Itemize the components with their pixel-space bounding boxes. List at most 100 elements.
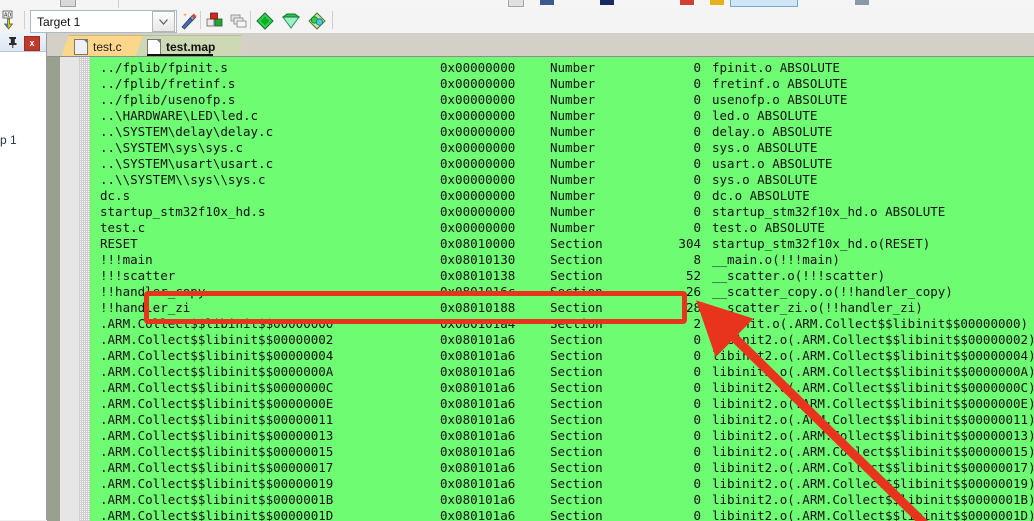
map-row-type: Number — [550, 60, 596, 75]
map-row[interactable]: ../fplib/fpinit.s 0x00000000 Number 0 fpinit… — [90, 60, 1034, 76]
map-row[interactable]: !!handler_copy 0x0801016c Section 26 __scatt… — [90, 284, 1034, 300]
map-row[interactable]: .ARM.Collect$$libinit$$00000004 0x080101a… — [90, 348, 1034, 364]
map-row-address: 0x08010130 — [440, 252, 516, 267]
project-panel: x p 1 — [0, 33, 47, 520]
map-row-address: 0x08010138 — [440, 268, 516, 283]
chevron-down-icon[interactable] — [152, 11, 175, 32]
map-row-type: Number — [550, 124, 596, 139]
map-row-symbol: !!!main — [100, 252, 153, 267]
map-row[interactable]: ..\\SYSTEM\\sys\\sys.c 0x00000000 Number 0 s… — [90, 172, 1034, 188]
pack-installer-icon[interactable] — [254, 11, 276, 31]
map-row-symbol: startup_stm32f10x_hd.s — [100, 204, 266, 219]
map-row-symbol: .ARM.Collect$$libinit$$00000011 — [100, 412, 334, 427]
map-file-viewer[interactable]: ../fplib/fpinit.s 0x00000000 Number 0 fpinit… — [47, 56, 1034, 521]
download-to-flash-icon[interactable]: AD — [2, 10, 18, 30]
toolbar-icon-generic-5[interactable] — [680, 0, 694, 5]
map-row-type: Number — [550, 220, 596, 235]
map-row-size: 0 — [693, 476, 701, 491]
map-row[interactable]: ../fplib/fretinf.s 0x00000000 Number 0 freti… — [90, 76, 1034, 92]
map-row-object: libinit.o(.ARM.Collect$$libinit$$0000000… — [712, 316, 1029, 331]
target-toolbar: AD Target 1 — [0, 8, 1034, 34]
map-row-address: 0x080101a6 — [440, 380, 516, 395]
map-row-object: libinit2.o(.ARM.Collect$$libinit$$000000… — [712, 444, 1034, 459]
toolbar-separator-a — [24, 11, 25, 29]
map-row-symbol: .ARM.Collect$$libinit$$00000000 — [100, 316, 334, 331]
target-options-icon[interactable] — [204, 11, 226, 31]
target-select-value: Target 1 — [37, 14, 81, 29]
map-row[interactable]: .ARM.Collect$$libinit$$00000019 0x080101a… — [90, 476, 1034, 492]
editor-tabbar: test.c test.map — [47, 33, 1034, 57]
map-row-size: 0 — [693, 220, 701, 235]
toolbar-icon-generic-4[interactable] — [600, 0, 614, 5]
map-row[interactable]: .ARM.Collect$$libinit$$00000013 0x080101a… — [90, 428, 1034, 444]
project-tree-group-label[interactable]: p 1 — [0, 133, 17, 147]
map-row-symbol: !!!scatter — [100, 268, 176, 283]
toolbar-icon-generic-3[interactable] — [540, 0, 554, 5]
map-row-object: dc.o ABSOLUTE — [712, 188, 810, 203]
map-row-object: __main.o(!!!main) — [712, 252, 840, 267]
editor-gutter[interactable] — [60, 57, 79, 521]
map-row-type: Section — [550, 316, 603, 331]
map-row-address: 0x080101a6 — [440, 364, 516, 379]
toolbar-icon-generic-6[interactable] — [710, 0, 724, 5]
map-row-size: 0 — [693, 108, 701, 123]
map-row[interactable]: ..\HARDWARE\LED\led.c 0x00000000 Number 0 le… — [90, 108, 1034, 124]
map-row[interactable]: dc.s 0x00000000 Number 0 dc.o ABSOLUTE — [90, 188, 1034, 204]
manage-components-icon[interactable] — [228, 11, 250, 31]
map-row[interactable]: RESET 0x08010000 Section 304 startup_stm32f1… — [90, 236, 1034, 252]
map-row[interactable]: !!!main 0x08010130 Section 8 __main.o(!!!mai… — [90, 252, 1034, 268]
map-row[interactable]: .ARM.Collect$$libinit$$0000000A 0x080101a… — [90, 364, 1034, 380]
map-row-size: 0 — [693, 380, 701, 395]
map-row-symbol: .ARM.Collect$$libinit$$00000017 — [100, 460, 334, 475]
map-row-symbol: RESET — [100, 236, 138, 251]
map-row-type: Section — [550, 476, 603, 491]
map-row[interactable]: .ARM.Collect$$libinit$$00000000 0x080101a… — [90, 316, 1034, 332]
pin-icon[interactable] — [6, 35, 19, 49]
map-row-symbol: ..\SYSTEM\usart\usart.c — [100, 156, 274, 171]
map-row[interactable]: .ARM.Collect$$libinit$$00000011 0x080101a… — [90, 412, 1034, 428]
map-row-type: Number — [550, 140, 596, 155]
map-row-object: sys.o ABSOLUTE — [712, 140, 818, 155]
map-row-object: fretinf.o ABSOLUTE — [712, 76, 848, 91]
map-row-symbol: test.c — [100, 220, 146, 235]
map-row[interactable]: .ARM.Collect$$libinit$$0000001D 0x080101a… — [90, 508, 1034, 521]
map-row-address: 0x00000000 — [440, 76, 516, 91]
manage-runtime-environment-icon[interactable] — [280, 11, 302, 31]
map-row[interactable]: ..\SYSTEM\usart\usart.c 0x00000000 Number 0… — [90, 156, 1034, 172]
map-row[interactable]: test.c 0x00000000 Number 0 test.o ABSOLUTE — [90, 220, 1034, 236]
map-row[interactable]: .ARM.Collect$$libinit$$0000001B 0x080101a… — [90, 492, 1034, 508]
toolbar-icon-generic-7[interactable] — [855, 0, 869, 5]
toolbar-icon-generic-1[interactable] — [60, 0, 76, 7]
map-row[interactable]: .ARM.Collect$$libinit$$0000000C 0x080101a… — [90, 380, 1034, 396]
map-row-object: libinit2.o(.ARM.Collect$$libinit$$000000… — [712, 492, 1034, 507]
map-row[interactable]: .ARM.Collect$$libinit$$00000017 0x080101a… — [90, 460, 1034, 476]
toolbar-dropdown-active[interactable] — [730, 0, 798, 7]
map-row[interactable]: ../fplib/usenofp.s 0x00000000 Number 0 useno… — [90, 92, 1034, 108]
toolbar-icon-generic-2[interactable] — [508, 0, 524, 7]
map-row-address: 0x080101a4 — [440, 316, 516, 331]
map-row-symbol: .ARM.Collect$$libinit$$00000002 — [100, 332, 334, 347]
map-row[interactable]: .ARM.Collect$$libinit$$00000002 0x080101a… — [90, 332, 1034, 348]
map-row[interactable]: .ARM.Collect$$libinit$$0000000E 0x080101a… — [90, 396, 1034, 412]
editor-folding-margin[interactable] — [79, 57, 90, 521]
map-row[interactable]: ..\SYSTEM\delay\delay.c 0x00000000 Number 0… — [90, 124, 1034, 140]
map-row[interactable]: ..\SYSTEM\sys\sys.c 0x00000000 Number 0 sys.… — [90, 140, 1034, 156]
project-panel-titlebar: x — [0, 33, 46, 52]
map-row[interactable]: .ARM.Collect$$libinit$$00000015 0x080101a… — [90, 444, 1034, 460]
map-row[interactable]: startup_stm32f10x_hd.s 0x00000000 Number 0 s… — [90, 204, 1034, 220]
map-row-symbol: .ARM.Collect$$libinit$$00000004 — [100, 348, 334, 363]
map-row-symbol: ../fplib/fretinf.s — [100, 76, 236, 91]
map-row[interactable]: !!handler_zi 0x08010188 Section 28 __scatter… — [90, 300, 1034, 316]
configure-target-wizard-icon[interactable] — [178, 11, 200, 31]
map-row[interactable]: !!!scatter 0x08010138 Section 52 __scatter.o… — [90, 268, 1034, 284]
map-row-type: Section — [550, 300, 603, 315]
map-row-symbol: ../fplib/fpinit.s — [100, 60, 228, 75]
map-row-size: 0 — [693, 492, 701, 507]
document-icon — [74, 38, 88, 55]
map-row-symbol: .ARM.Collect$$libinit$$0000000A — [100, 364, 334, 379]
map-row-object: test.o ABSOLUTE — [712, 220, 825, 235]
map-row-address: 0x08010000 — [440, 236, 516, 251]
close-icon[interactable]: x — [24, 36, 40, 51]
tab-test-map[interactable]: test.map — [135, 35, 241, 57]
books-icon[interactable] — [306, 11, 328, 31]
